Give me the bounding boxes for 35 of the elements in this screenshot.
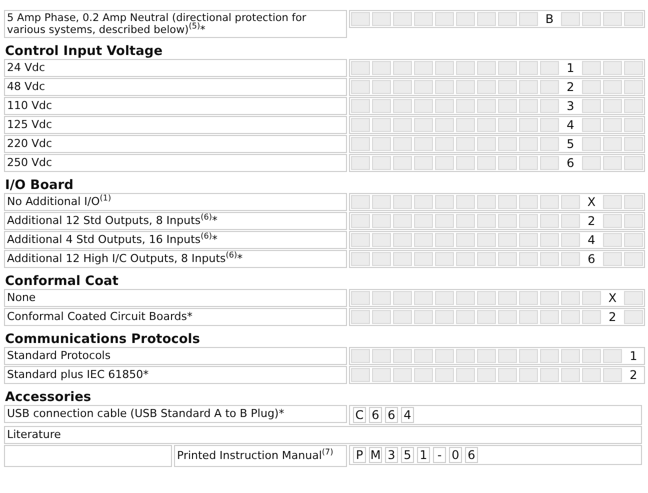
option-label: None [4,289,347,307]
option-label: Standard plus IEC 61850* [4,366,347,384]
option-group-label: Literature [4,426,642,444]
option-label: USB connection cable (USB Standard A to B Plug)* [4,405,347,423]
section-heading: Accessories [5,390,92,405]
option-label: 5 Amp Phase, 0.2 Amp Neutral (directional protection for various systems, described below)$^{(5)}$* [4,10,347,38]
option-label: 24 Vdc [4,59,347,77]
code-char-box: 6 [465,447,478,463]
option-label: 125 Vdc [4,116,347,134]
code-char-box: 0 [449,447,462,463]
code-char-box: - [433,447,446,463]
section-heading: Communications Protocols [5,332,201,347]
code-char-box: 6 [369,407,382,423]
option-label: 250 Vdc [4,154,347,172]
option-label: No Additional I/O$^{(1)}$ [4,193,347,211]
option-label: Additional 12 High I/C Outputs, 8 Inputs$^{(6)}$* [4,250,347,268]
code-char-box: 4 [401,407,414,423]
option-label: Additional 12 Std Outputs, 8 Inputs$^{(6)}$* [4,212,347,230]
option-label: 220 Vdc [4,135,347,153]
code-char-box: C [353,407,366,423]
section-heading: I/O Board [5,178,74,193]
option-label: Additional 4 Std Outputs, 16 Inputs$^{(6)}$* [4,231,347,249]
option-label: 48 Vdc [4,78,347,96]
section-heading: Control Input Voltage [5,44,164,59]
option-label: 110 Vdc [4,97,347,115]
code-char-box: M [369,447,382,463]
code-char-box: 1 [417,447,430,463]
code-char-box: P [353,447,366,463]
code-char-box: 3 [385,447,398,463]
option-label: Standard Protocols [4,347,347,365]
option-label: Conformal Coated Circuit Boards* [4,308,347,326]
code-char-box: 6 [385,407,398,423]
section-heading: Conformal Coat [5,274,120,289]
code-char-box: 5 [401,447,414,463]
option-label: Printed Instruction Manual$^{(7)}$ [174,445,347,467]
